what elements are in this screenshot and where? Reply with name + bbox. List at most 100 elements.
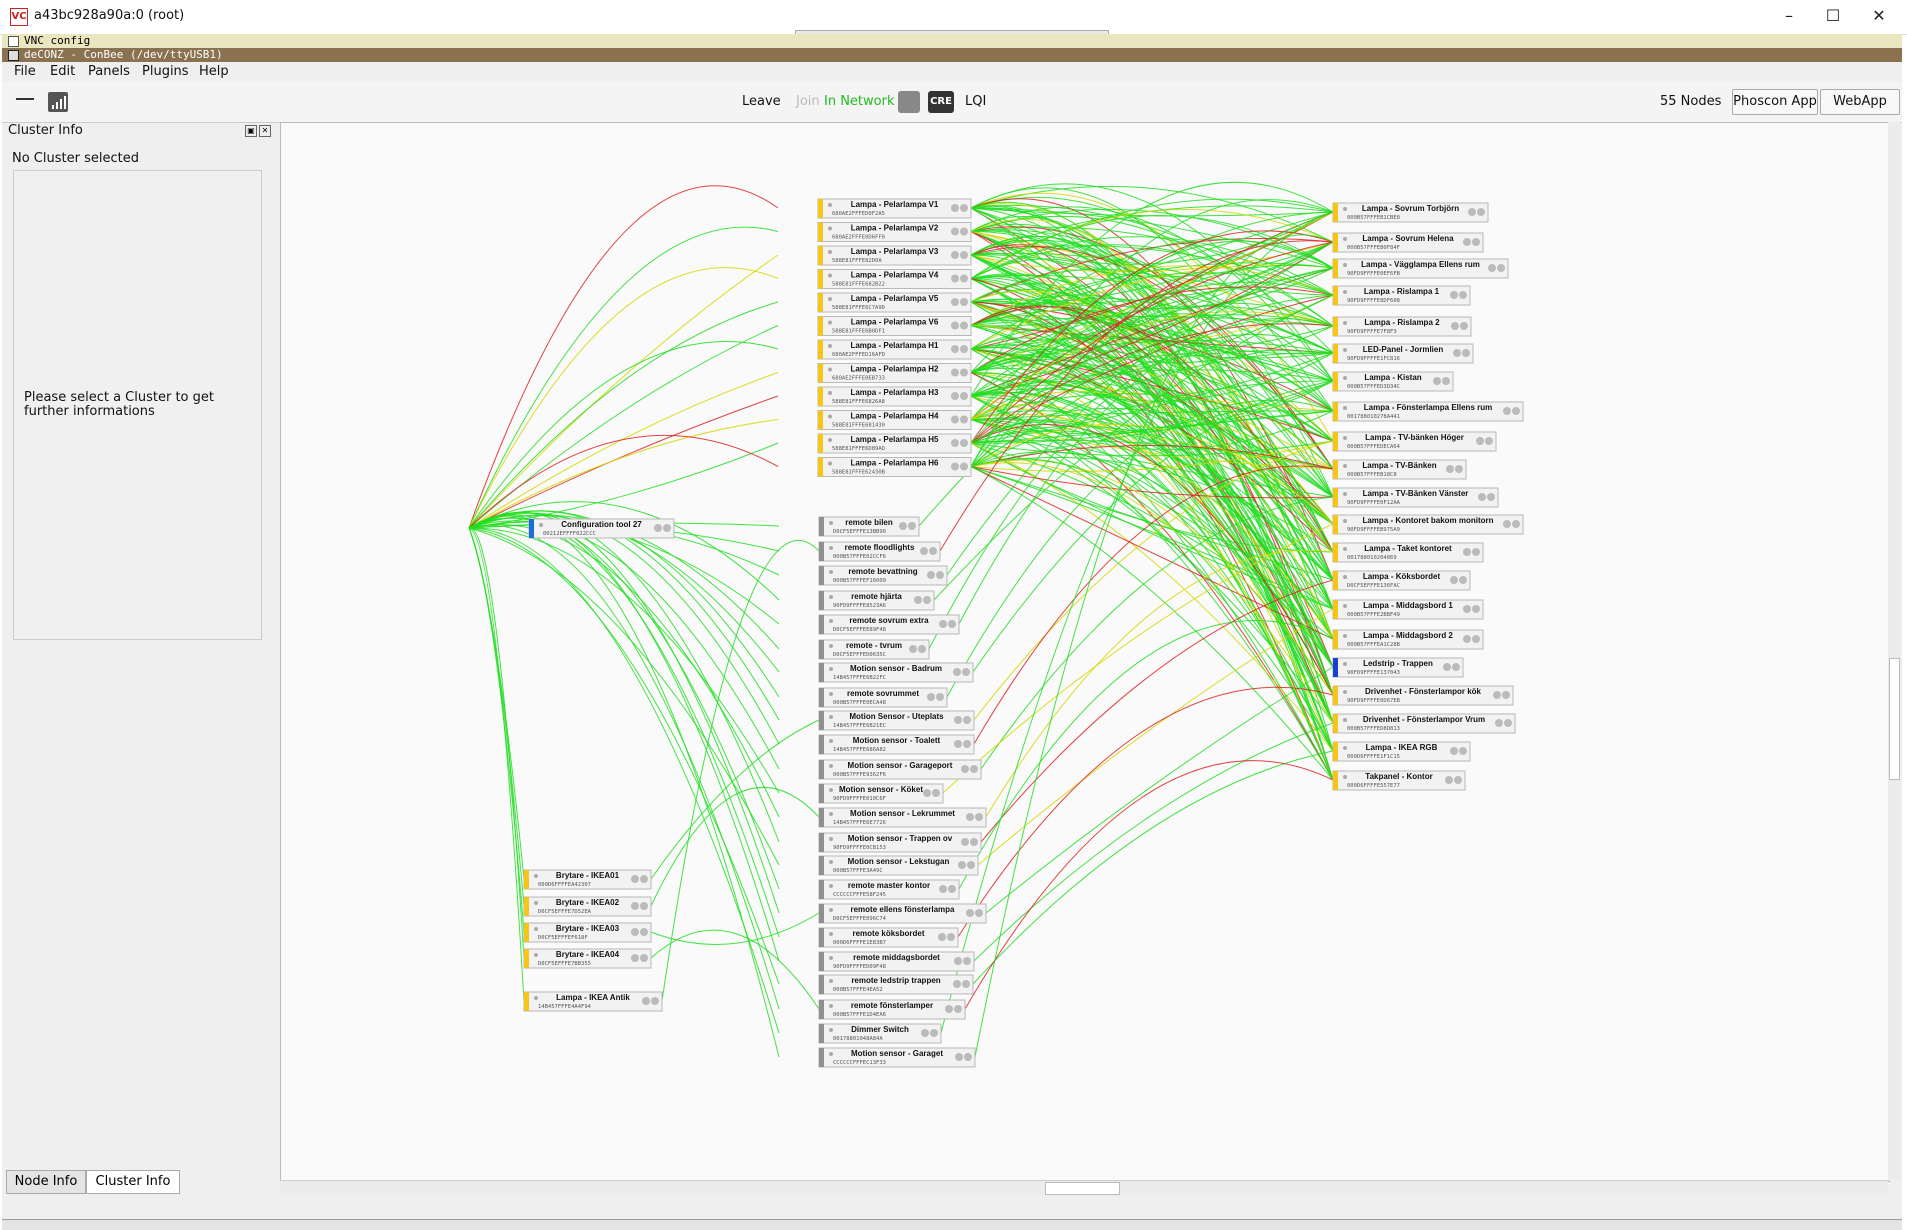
tab-node-info[interactable]: Node Info [6,1170,86,1194]
node-port-left-icon[interactable] [1503,407,1511,415]
node-box[interactable]: Lampa - IKEA Antik 14B457FFFE4A4F94 [523,991,663,1012]
horizontal-scrollbar[interactable] [280,1180,1888,1195]
node-box[interactable]: remote master kontor CCCCCCFFFE58F245 [818,879,960,900]
node-box[interactable]: Lampa - Rislampa 1 90FD9FFFFE8DF608 [1332,285,1471,306]
node-port-right-icon[interactable] [1485,437,1493,445]
webapp-button[interactable]: WebApp [1820,89,1900,115]
node-port-left-icon[interactable] [909,645,917,653]
node-port-left-icon[interactable] [1476,437,1484,445]
node-port-left-icon[interactable] [951,251,959,259]
node-port-left-icon[interactable] [954,740,962,748]
node-port-left-icon[interactable] [1451,322,1459,330]
node-port-left-icon[interactable] [961,838,969,846]
node-box[interactable]: Lampa - Fönsterlampa Ellens rum 001788010… [1332,401,1524,422]
node-port-right-icon[interactable] [640,954,648,962]
node-port-left-icon[interactable] [1463,605,1471,613]
node-box[interactable]: remote ledstrip trappen 000B57FFFE4EA52 [818,974,974,995]
menu-panels[interactable]: Panels [88,64,130,79]
node-box[interactable]: Drivenhet - Fönsterlampor kök 90FD9FFFFE0… [1332,685,1514,706]
node-box[interactable]: remote bevattning 000B57FFFEF16009 [818,565,948,586]
node-port-right-icon[interactable] [960,204,968,212]
node-box[interactable]: Lampa - TV-Bänken 000B57FFFEB18C8 [1332,459,1467,480]
node-port-left-icon[interactable] [927,571,935,579]
node-box[interactable]: Configuration tool 27 00212EFFFF022CCC [528,518,675,539]
node-box[interactable]: Lampa - Pelarlampa V5 588E81FFFE6C7A9D [817,292,972,313]
node-port-left-icon[interactable] [951,321,959,330]
node-box[interactable]: remote köksbordet 000D6FFFFE1E83B7 [818,927,959,948]
node-port-left-icon[interactable] [1503,520,1511,528]
node-port-left-icon[interactable] [1463,635,1471,643]
node-port-right-icon[interactable] [640,928,648,936]
node-port-right-icon[interactable] [1512,520,1520,528]
node-box[interactable]: Lampa - Pelarlampa V3 588E81FFFE82D0A [817,245,972,266]
node-port-right-icon[interactable] [963,716,971,724]
node-box[interactable]: LED-Panel - Jormlien 90FD9FFFFE1FC816 [1332,343,1474,364]
node-box[interactable]: Lampa - Pelarlampa H1 680AE2FFFED16AFD [817,339,972,360]
node-port-left-icon[interactable] [1463,548,1471,556]
node-port-left-icon[interactable] [631,928,639,936]
node-port-left-icon[interactable] [961,765,969,773]
node-port-right-icon[interactable] [1462,349,1470,357]
node-port-left-icon[interactable] [939,885,947,893]
panel-close-icon[interactable]: ✕ [259,125,271,137]
node-port-left-icon[interactable] [921,1029,929,1037]
node-port-right-icon[interactable] [963,740,971,748]
node-box[interactable]: Takpanel - Kontor 000D6FFFFE557E77 [1332,770,1466,791]
node-graph-canvas[interactable]: Configuration tool 27 00212EFFFF022CCC Lam… [280,122,1890,1182]
node-box[interactable]: Lampa - Middagsbord 2 000B57FFFEA1C28B [1332,629,1484,650]
node-port-right-icon[interactable] [1502,691,1510,699]
node-port-right-icon[interactable] [1472,635,1480,643]
node-box[interactable]: Lampa - Pelarlampa H2 680AE2FFFE0EB733 [817,363,972,383]
node-port-right-icon[interactable] [1459,576,1467,584]
node-port-left-icon[interactable] [923,789,931,797]
node-port-right-icon[interactable] [962,980,970,988]
node-port-left-icon[interactable] [951,439,959,447]
node-port-left-icon[interactable] [953,668,961,676]
vertical-scrollbar[interactable] [1888,122,1900,1180]
signal-bars-icon[interactable] [48,92,68,112]
leave-button[interactable]: Leave [742,94,781,109]
node-box[interactable]: Dimmer Switch 00178801048A84A [818,1023,942,1044]
node-port-left-icon[interactable] [951,298,959,306]
node-port-right-icon[interactable] [960,439,968,447]
node-port-right-icon[interactable] [963,957,971,965]
node-box[interactable]: Lampa - Sovrum Torbjörn 000B57FFFEB1CBE8 [1332,202,1489,223]
node-box[interactable]: Drivenhet - Fönsterlampor Vrum 000B57FFFE… [1332,713,1516,734]
node-box[interactable]: remote ellens fönsterlampa D0CF5EFFFE096C… [818,903,987,924]
node-box[interactable]: Motion sensor - Garaget CCCCCCFFFEC13F33 [818,1047,976,1068]
node-box[interactable]: Lampa - Pelarlampa H4 588E81FFFE681430 [817,410,972,430]
node-box[interactable]: remote sovrummet 000B57FFFE0ECA48 [818,687,948,708]
node-box[interactable]: Motion sensor - Toalett 14B457FFFE686A82 [818,734,975,755]
node-port-left-icon[interactable] [631,954,639,962]
node-port-right-icon[interactable] [1452,663,1460,671]
phoscon-app-button[interactable]: Phoscon App [1732,89,1818,115]
node-port-left-icon[interactable] [951,274,959,283]
node-port-left-icon[interactable] [945,1005,953,1013]
node-port-left-icon[interactable] [654,524,662,532]
node-port-left-icon[interactable] [951,462,959,471]
close-button[interactable]: ✕ [1864,5,1894,27]
node-port-left-icon[interactable] [914,596,922,604]
menu-edit[interactable]: Edit [50,64,75,79]
node-port-right-icon[interactable] [651,997,659,1005]
node-box[interactable]: Brytare - IKEA02 D0CF5EFFFE7D52EA [523,896,652,917]
node-box[interactable]: Lampa - Pelarlampa V1 680AE2FFFED0F2A5 [817,198,972,219]
node-port-right-icon[interactable] [964,1053,972,1061]
node-port-left-icon[interactable] [1493,691,1501,699]
node-port-left-icon[interactable] [954,716,962,724]
maximize-button[interactable]: ☐ [1818,5,1848,27]
node-box[interactable]: Lampa - Pelarlampa H6 588E81FFFE62430B [817,457,972,477]
node-port-left-icon[interactable] [631,902,639,910]
node-port-right-icon[interactable] [948,885,956,893]
node-port-right-icon[interactable] [930,1029,938,1037]
node-port-left-icon[interactable] [953,980,961,988]
vnc-config-checkbox[interactable] [8,36,19,47]
node-port-right-icon[interactable] [640,875,648,883]
node-port-right-icon[interactable] [960,274,968,283]
node-port-left-icon[interactable] [951,392,959,400]
node-box[interactable]: Lampa - Vägglampa Ellens rum 90FD9FFFFE0E… [1332,258,1509,279]
node-port-right-icon[interactable] [960,251,968,259]
node-port-left-icon[interactable] [1445,776,1453,784]
node-port-right-icon[interactable] [967,861,975,869]
node-port-right-icon[interactable] [663,524,671,532]
